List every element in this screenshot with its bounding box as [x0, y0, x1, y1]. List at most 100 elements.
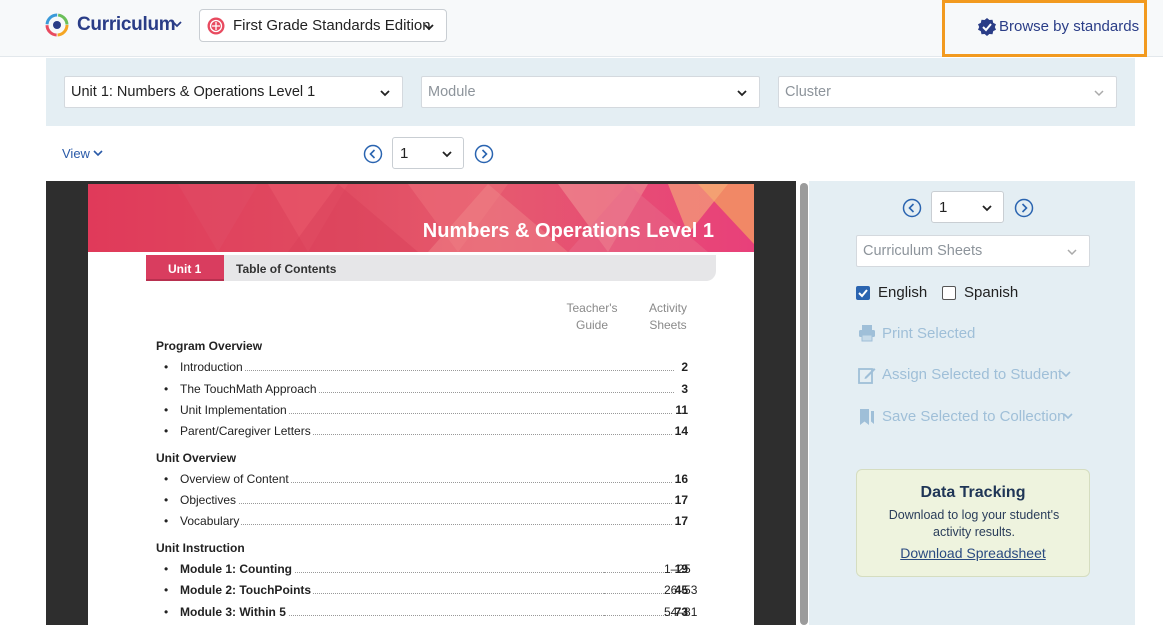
- toc-item-page: 17: [672, 493, 688, 507]
- cluster-select-placeholder: Cluster: [785, 84, 831, 100]
- toc-item-title: Module 3: Within 5: [180, 605, 288, 619]
- panel-page-value: 1: [939, 199, 948, 216]
- view-menu[interactable]: View: [62, 146, 90, 161]
- toc-item: • Objectives 17: [164, 493, 688, 507]
- activity-range: 26–53: [600, 583, 710, 599]
- toc-item-page: 11: [673, 403, 688, 417]
- activity-range-value: 1–25: [664, 562, 691, 576]
- spanish-checkbox[interactable]: [942, 286, 956, 300]
- spanish-label[interactable]: Spanish: [964, 284, 1018, 301]
- check-icon: [858, 289, 868, 298]
- download-spreadsheet-link[interactable]: Download Spreadsheet: [857, 545, 1089, 561]
- col-head-teacher-line1: Teacher's: [566, 301, 618, 315]
- unit-select-value: Unit 1: Numbers & Operations Level 1: [71, 84, 316, 100]
- chevron-left-circle-icon[interactable]: [902, 198, 922, 218]
- toc-item: • Overview of Content 16: [164, 472, 688, 486]
- toc-item-title: Module 2: TouchPoints: [180, 583, 314, 597]
- toc-item-page: 17: [672, 514, 688, 528]
- edition-dropdown[interactable]: First Grade Standards Edition: [199, 9, 447, 42]
- col-head-activity-line1: Activity: [648, 301, 687, 315]
- english-checkbox[interactable]: [856, 286, 870, 300]
- col-head-teacher-line2: Guide: [575, 318, 609, 332]
- toc-item-title: Module 1: Counting: [180, 562, 294, 576]
- data-tracking-card: Data Tracking Download to log your stude…: [856, 469, 1090, 577]
- section-heading: Program Overview: [156, 339, 263, 353]
- toc-item-title: Overview of Content: [180, 472, 291, 486]
- edition-label: First Grade Standards Edition: [233, 17, 431, 34]
- chevron-down-icon[interactable]: [171, 18, 183, 30]
- col-head-activity: Activity Sheets: [640, 300, 696, 334]
- chevron-right-circle-icon[interactable]: [474, 144, 494, 164]
- viewer-scrollbar[interactable]: [800, 183, 808, 625]
- bookmark-stack-icon: [860, 409, 874, 425]
- edition-badge-icon: [207, 17, 225, 35]
- page-select-value: 1: [400, 145, 409, 162]
- document-viewer[interactable]: Numbers & Operations Level 1 Unit 1 Tabl…: [46, 181, 796, 625]
- top-bar: Curriculum First Grade Standards Edition…: [0, 0, 1163, 57]
- toc-title: Table of Contents: [236, 262, 337, 276]
- curriculum-logo-icon: [45, 13, 69, 37]
- printer-icon: [859, 325, 875, 342]
- activity-range: 54–81: [600, 605, 710, 621]
- chevron-left-circle-icon[interactable]: [363, 144, 383, 164]
- activity-range-value: 26–53: [664, 583, 698, 597]
- chevron-down-icon: [737, 90, 747, 97]
- section-heading: Unit Overview: [156, 451, 237, 465]
- toc-item-title: Unit Implementation: [180, 403, 289, 417]
- data-tracking-title: Data Tracking: [920, 484, 1026, 501]
- chevron-down-icon: [442, 151, 452, 158]
- toc-item-title: Vocabulary: [180, 514, 242, 528]
- activity-range-value: 54–81: [664, 605, 698, 619]
- verified-badge-icon: [978, 18, 996, 36]
- english-label[interactable]: English: [878, 284, 927, 301]
- toc-item: • Unit Implementation 11: [164, 403, 688, 417]
- chevron-down-icon[interactable]: [1061, 409, 1075, 423]
- browse-by-standards-button[interactable]: Browse by standards: [942, 0, 1147, 57]
- toc-item-title: Objectives: [180, 493, 239, 507]
- activity-range: 1–25: [600, 562, 710, 578]
- filter-bar: Unit 1: Numbers & Operations Level 1 Mod…: [46, 58, 1135, 126]
- toc-tab-bar: [146, 255, 716, 281]
- save-to-collection-button[interactable]: Save Selected to Collection: [882, 408, 1065, 425]
- curriculum-sheets-select[interactable]: Curriculum Sheets: [856, 235, 1090, 267]
- data-tracking-description: Download to log your student's activity …: [888, 508, 1060, 539]
- module-select[interactable]: Module: [421, 76, 760, 108]
- toc-item-title: The TouchMath Approach: [180, 382, 319, 396]
- assign-pencil-icon: [858, 368, 876, 384]
- panel-page-select[interactable]: 1: [931, 191, 1004, 223]
- toc-item: • Vocabulary 17: [164, 514, 688, 528]
- toc-item: • Introduction 2: [164, 360, 688, 374]
- curriculum-sheets-placeholder: Curriculum Sheets: [863, 243, 983, 259]
- chevron-down-icon: [982, 205, 992, 212]
- module-select-placeholder: Module: [428, 84, 476, 100]
- unit-select[interactable]: Unit 1: Numbers & Operations Level 1: [64, 76, 403, 108]
- toc-item-title: Parent/Caregiver Letters: [180, 424, 313, 438]
- chevron-down-icon: [1094, 90, 1104, 97]
- chevron-down-icon[interactable]: [1059, 367, 1073, 381]
- banner-title: Numbers & Operations Level 1: [422, 220, 714, 242]
- toc-item: • The TouchMath Approach 3: [164, 382, 688, 396]
- print-selected-button[interactable]: Print Selected: [882, 325, 975, 342]
- toc-item-page: 2: [679, 360, 688, 374]
- brand-title[interactable]: Curriculum: [77, 14, 176, 36]
- toc-item-page: 16: [672, 472, 688, 486]
- col-head-activity-line2: Sheets: [649, 318, 687, 332]
- unit-tab-label: Unit 1: [168, 262, 202, 276]
- browse-label: Browse by standards: [999, 18, 1140, 35]
- assign-selected-button[interactable]: Assign Selected to Student: [882, 366, 1062, 383]
- chevron-down-icon: [1067, 249, 1077, 256]
- unit-tab: Unit 1: [146, 255, 224, 281]
- toc-item-page: 3: [679, 382, 688, 396]
- chevron-down-icon: [380, 90, 390, 97]
- col-head-teacher: Teacher's Guide: [562, 300, 622, 334]
- chevron-down-icon[interactable]: [92, 147, 104, 159]
- chevron-right-circle-icon[interactable]: [1014, 198, 1034, 218]
- toc-item: • Parent/Caregiver Letters 14: [164, 424, 688, 438]
- page-select[interactable]: 1: [392, 137, 464, 169]
- document-page: Numbers & Operations Level 1 Unit 1 Tabl…: [88, 184, 754, 625]
- chevron-down-icon: [424, 24, 434, 31]
- section-heading: Unit Instruction: [156, 541, 245, 555]
- cluster-select[interactable]: Cluster: [778, 76, 1117, 108]
- toc-item-page: 14: [672, 424, 688, 438]
- page-banner: Numbers & Operations Level 1: [88, 184, 754, 252]
